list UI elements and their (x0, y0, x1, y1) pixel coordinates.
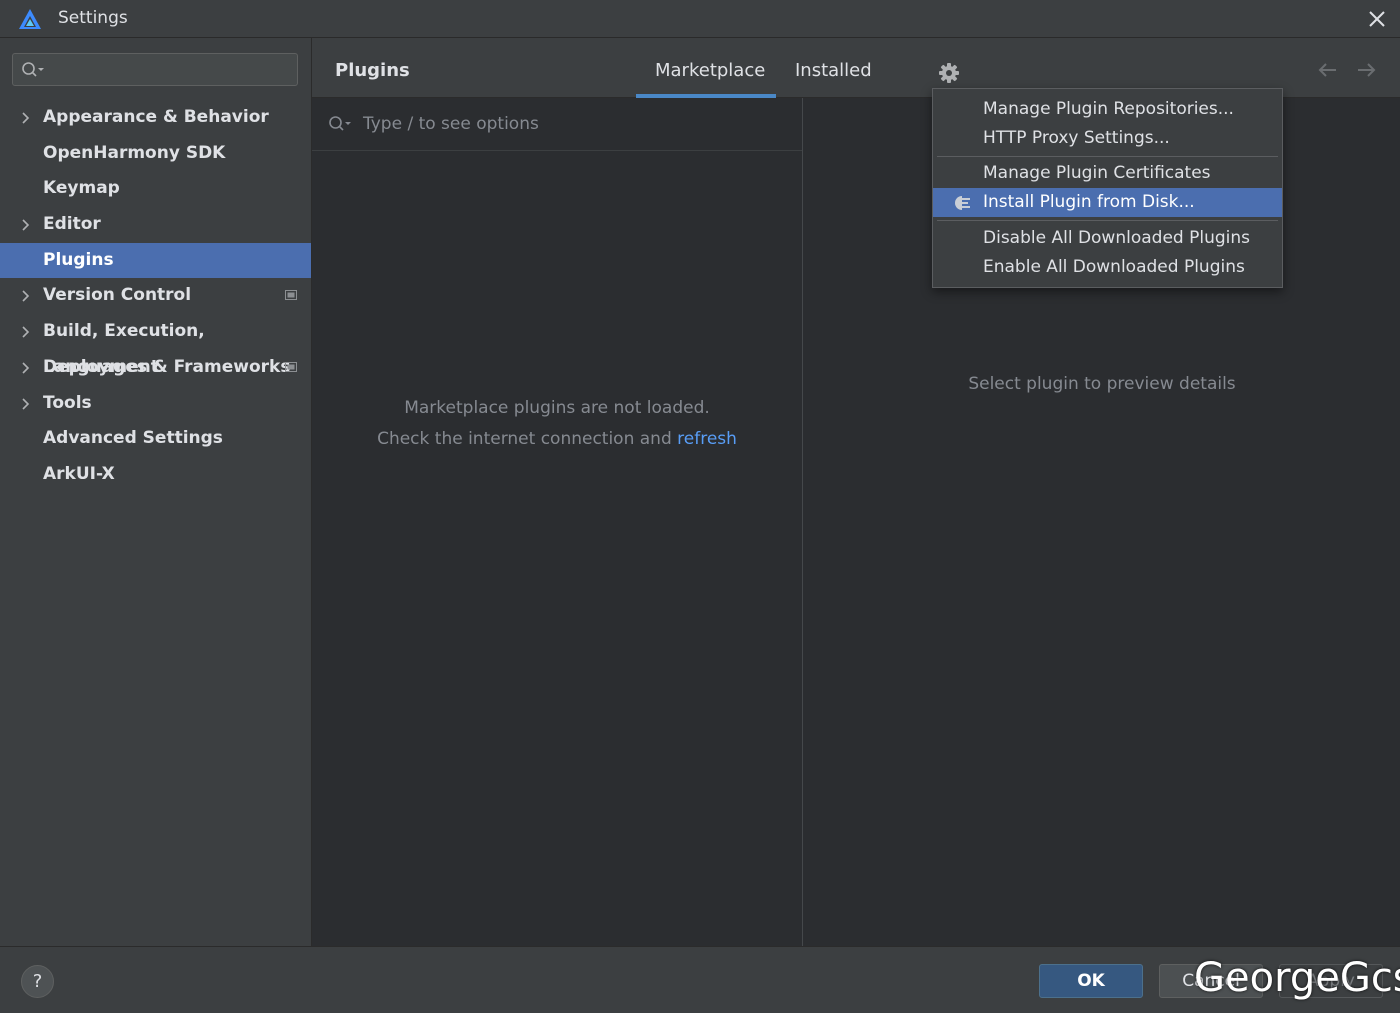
chevron-right-icon (22, 219, 30, 231)
settings-tree: Appearance & Behavior OpenHarmony SDK Ke… (0, 100, 311, 493)
sidebar-item-version-control[interactable]: Version Control (0, 278, 311, 314)
menu-divider (937, 156, 1278, 157)
settings-sidebar: Appearance & Behavior OpenHarmony SDK Ke… (0, 38, 312, 946)
menu-item-http-proxy[interactable]: HTTP Proxy Settings... (933, 124, 1282, 153)
tab-installed[interactable]: Installed (795, 60, 872, 81)
chevron-right-icon (22, 112, 30, 124)
plugin-settings-menu: Manage Plugin Repositories... HTTP Proxy… (932, 88, 1283, 288)
sidebar-item-label: Editor (43, 214, 101, 235)
menu-item-manage-certificates[interactable]: Manage Plugin Certificates (933, 159, 1282, 188)
connection-message: Check the internet connection and refres… (312, 429, 802, 449)
preview-placeholder: Select plugin to preview details (968, 374, 1236, 394)
plugin-install-icon (955, 196, 970, 210)
sidebar-item-openharmony-sdk[interactable]: OpenHarmony SDK (0, 136, 311, 172)
sidebar-item-editor[interactable]: Editor (0, 207, 311, 243)
sidebar-item-label: Plugins (43, 249, 114, 270)
sidebar-item-label: Advanced Settings (43, 428, 223, 449)
sidebar-item-advanced-settings[interactable]: Advanced Settings (0, 421, 311, 457)
sidebar-item-label: Appearance & Behavior (43, 107, 269, 127)
menu-item-install-from-disk[interactable]: Install Plugin from Disk... (933, 188, 1282, 217)
menu-item-manage-repositories[interactable]: Manage Plugin Repositories... (933, 95, 1282, 124)
chevron-right-icon (22, 362, 30, 374)
cancel-button[interactable]: Cancel (1159, 964, 1263, 998)
title-bar: Settings (0, 0, 1400, 38)
help-button[interactable]: ? (21, 965, 54, 998)
plugin-search-input[interactable]: Type / to see options (312, 98, 802, 151)
arrow-left-icon[interactable] (1316, 58, 1340, 82)
sidebar-item-languages-frameworks[interactable]: Languages & Frameworks (0, 350, 311, 386)
plugin-list-pane: Type / to see options Marketplace plugin… (312, 98, 803, 946)
sidebar-item-label: Languages & Frameworks (43, 356, 291, 377)
sidebar-item-keymap[interactable]: Keymap (0, 171, 311, 207)
sidebar-item-build-execution-deployment[interactable]: Build, Execution, Deployment (0, 314, 311, 377)
settings-search-input[interactable] (12, 53, 298, 86)
sidebar-item-label: ArkUI-X (43, 463, 115, 484)
sidebar-item-label: OpenHarmony SDK (43, 142, 226, 163)
arrow-right-icon[interactable] (1354, 58, 1378, 82)
sidebar-item-label: Keymap (43, 178, 120, 199)
menu-item-disable-all[interactable]: Disable All Downloaded Plugins (933, 224, 1282, 253)
search-icon (22, 62, 44, 77)
app-logo-icon (19, 9, 41, 29)
sidebar-item-appearance-behavior[interactable]: Appearance & Behavior (0, 100, 311, 136)
connection-text: Check the internet connection and (377, 429, 672, 449)
window-title: Settings (58, 8, 128, 28)
search-placeholder: Type / to see options (363, 114, 539, 134)
project-level-icon (285, 361, 297, 372)
sidebar-item-arkui-x[interactable]: ArkUI-X (0, 457, 311, 493)
page-title: Plugins (335, 60, 410, 81)
project-level-icon (285, 290, 297, 301)
sidebar-item-tools[interactable]: Tools (0, 386, 311, 422)
search-icon (329, 116, 351, 131)
chevron-right-icon (22, 326, 30, 338)
apply-button[interactable]: Apply (1279, 964, 1383, 998)
ok-button[interactable]: OK (1039, 964, 1143, 998)
sidebar-item-label: Tools (43, 392, 92, 413)
sidebar-item-plugins[interactable]: Plugins (0, 242, 311, 279)
tab-marketplace[interactable]: Marketplace (655, 60, 765, 81)
sidebar-item-label: Version Control (43, 285, 192, 306)
menu-item-enable-all[interactable]: Enable All Downloaded Plugins (933, 253, 1282, 282)
menu-item-label: Install Plugin from Disk... (983, 192, 1195, 212)
chevron-right-icon (22, 290, 30, 303)
chevron-right-icon (22, 397, 30, 410)
close-icon[interactable] (1364, 6, 1390, 32)
menu-divider (937, 220, 1278, 221)
refresh-link[interactable]: refresh (677, 429, 737, 449)
dialog-footer: ? OK Cancel Apply (0, 946, 1400, 1013)
empty-state-message: Marketplace plugins are not loaded. (404, 398, 710, 418)
gear-icon[interactable] (938, 62, 960, 84)
